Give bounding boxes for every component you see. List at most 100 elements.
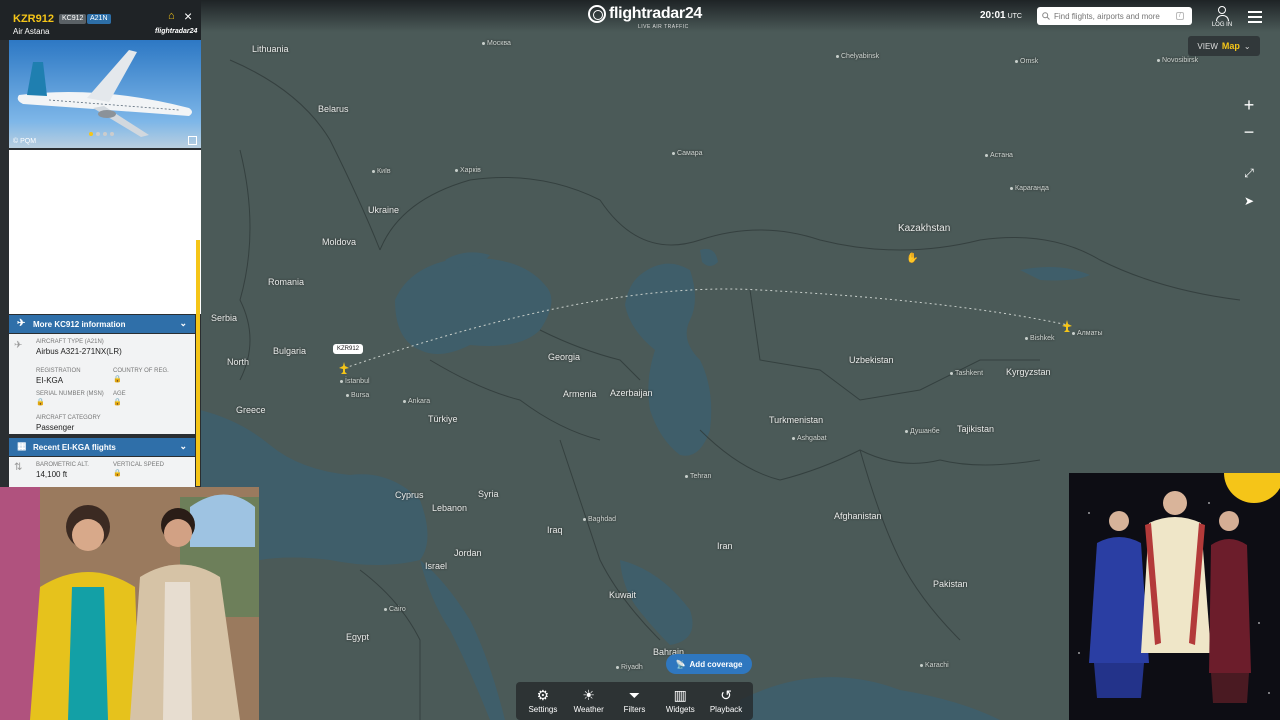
more-info-section[interactable]: ✈ More KC912 information ⌄: [9, 315, 195, 333]
country-label: Pakistan: [933, 579, 968, 589]
search-input[interactable]: [1054, 11, 1172, 21]
country-label: Serbia: [211, 313, 238, 323]
country-label: Moldova: [322, 237, 357, 247]
locate-icon[interactable]: ➤: [1238, 190, 1260, 212]
registration: EI-KGA: [36, 376, 64, 385]
city-label: Ashgabat: [792, 435, 827, 443]
lock-icon: 🔒: [36, 399, 45, 406]
country-label: Romania: [268, 277, 305, 287]
bookmark-icon[interactable]: ⌂: [168, 10, 180, 22]
city-label: Cairo: [384, 606, 406, 614]
shortcut-hint: /: [1176, 12, 1184, 20]
search-box[interactable]: /: [1037, 7, 1192, 25]
city-label: Душанбе: [905, 428, 940, 436]
chevron-down-icon: ⌄: [1243, 41, 1251, 51]
zoom-in-button[interactable]: +: [1238, 94, 1260, 116]
aircraft-photo[interactable]: © PQM: [9, 40, 201, 148]
widgets-icon: ▥: [673, 687, 687, 703]
aircraft-icon: ✈: [14, 340, 23, 351]
chevron-down-icon: ⌄: [179, 441, 187, 451]
country-label: Turkmenistan: [769, 415, 824, 425]
city-label: Москва: [482, 40, 511, 48]
city-label: Omsk: [1015, 58, 1038, 66]
add-coverage-button[interactable]: 📡 Add coverage: [666, 654, 752, 674]
weather-button[interactable]: ☀ Weather: [568, 687, 610, 715]
country-label: Afghanistan: [834, 511, 882, 521]
webcam-overlay-left: [0, 487, 259, 720]
country-label: Lithuania: [252, 44, 289, 54]
country-label: Belarus: [318, 104, 349, 114]
photo-carousel-dots[interactable]: [89, 132, 114, 136]
country-label: Georgia: [548, 352, 581, 362]
callsign: KZR912: [13, 13, 54, 25]
flight-panel-header: KZR912 KC912 A21N Air Astana ⌂ × flightr…: [0, 0, 201, 40]
airline-name: Air Astana: [13, 27, 50, 36]
flight-number-badge: KC912: [59, 14, 87, 24]
webcam-overlay-right: [1069, 473, 1280, 720]
selected-flight-label[interactable]: KZR912: [333, 344, 364, 354]
country-label: Armenia: [563, 389, 597, 399]
aircraft-marker[interactable]: [1062, 320, 1072, 332]
city-label: Алматы: [1072, 330, 1103, 338]
flight-panel: KZR912 KC912 A21N Air Astana ⌂ × flightr…: [0, 0, 201, 487]
panel-scrollbar[interactable]: [196, 240, 200, 486]
close-icon[interactable]: ×: [184, 9, 192, 23]
city-label: Karachi: [920, 662, 949, 670]
lock-icon: 🔒: [113, 399, 122, 406]
view-selector[interactable]: VIEW Map ⌄: [1188, 36, 1260, 56]
country-label: Greece: [236, 405, 266, 415]
city-label: Tashkent: [950, 370, 983, 378]
chevron-down-icon: ⌄: [179, 318, 187, 328]
filter-icon: ⏷: [628, 687, 641, 703]
hamburger-menu-icon[interactable]: [1248, 11, 1262, 26]
city-label: İstanbul: [340, 378, 370, 386]
webcam-image: [1069, 473, 1280, 720]
playback-button[interactable]: ↺ Playback: [705, 688, 747, 715]
weather-icon: ☀: [582, 687, 595, 703]
recent-flights-section[interactable]: ▦ Recent EI-KGA flights ⌄: [9, 438, 195, 456]
radar-icon: [588, 5, 606, 23]
city-label: Novosibirsk: [1157, 57, 1198, 65]
country-label: Egypt: [346, 632, 370, 642]
country-label: Israel: [425, 561, 448, 571]
city-label: Астана: [985, 152, 1013, 160]
hand-cursor-icon: ✋: [906, 253, 919, 264]
webcam-image: [0, 487, 259, 720]
gear-icon: ⚙: [536, 687, 550, 703]
widgets-button[interactable]: ▥ Widgets: [659, 687, 701, 715]
user-icon: [1218, 6, 1226, 14]
country-label: Kyrgyzstan: [1006, 367, 1051, 377]
city-label: Riyadh: [616, 664, 643, 672]
zoom-out-button[interactable]: −: [1238, 121, 1260, 143]
login-button[interactable]: LOG IN: [1208, 6, 1236, 28]
fullscreen-icon[interactable]: ⤢: [1238, 162, 1260, 184]
city-label: Караганда: [1010, 185, 1049, 193]
ad-area: [9, 150, 201, 314]
fr24-logo[interactable]: flightradar24 LIVE AIR TRAFFIC: [588, 5, 702, 30]
aircraft-code-badge: A21N: [87, 14, 111, 24]
country-label: North: [227, 357, 250, 367]
country-label: Tajikistan: [957, 424, 995, 434]
country-label: Syria: [478, 489, 499, 499]
altitude-icon: ⇅: [14, 462, 23, 473]
city-label: Ankara: [403, 398, 430, 406]
city-label: Харків: [455, 167, 481, 175]
search-icon: [1042, 12, 1050, 20]
country-label: Jordan: [454, 548, 482, 558]
lock-icon: 🔒: [113, 376, 122, 383]
country-label: Kazakhstan: [898, 223, 951, 234]
aircraft-details: ✈ AIRCRAFT TYPE (A21N) Airbus A321-271NX…: [9, 334, 195, 434]
country-label: Iraq: [547, 525, 563, 535]
city-label: Bursa: [346, 392, 369, 400]
city-label: Самара: [672, 150, 703, 158]
settings-button[interactable]: ⚙ Settings: [522, 687, 564, 715]
brand-logo: flightradar24: [155, 28, 198, 35]
lock-icon: 🔒: [113, 470, 122, 477]
country-label: Azerbaijan: [610, 388, 653, 398]
aircraft-marker[interactable]: [339, 362, 349, 374]
filters-button[interactable]: ⏷ Filters: [613, 687, 655, 715]
city-label: Bishkek: [1025, 335, 1055, 343]
country-label: Iran: [717, 541, 733, 551]
city-label: Chelyabinsk: [836, 53, 879, 61]
external-link-icon[interactable]: [188, 136, 197, 145]
